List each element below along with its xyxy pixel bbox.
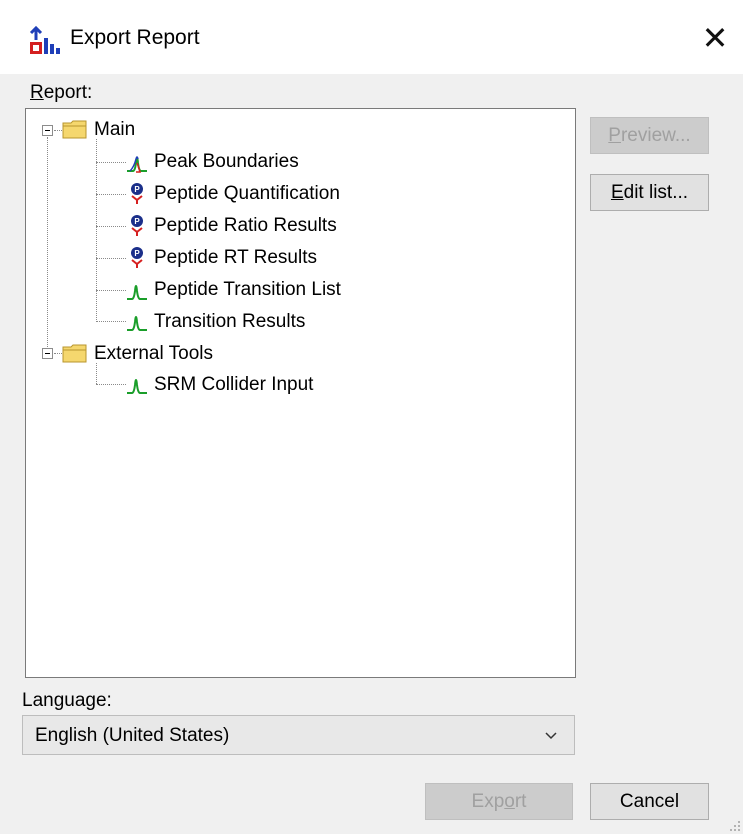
edit-list-label-rest: dit list... xyxy=(623,182,689,203)
tree-item-peptide-ratio-results[interactable]: Peptide Ratio Results xyxy=(154,215,337,237)
report-label-rest: eport: xyxy=(43,82,93,103)
transition-peak-icon xyxy=(127,316,147,331)
resize-grip-icon[interactable] xyxy=(727,818,741,832)
tree-item-peptide-quantification[interactable]: Peptide Quantification xyxy=(154,183,340,205)
tree-line xyxy=(96,290,126,291)
preview-button[interactable]: Preview... xyxy=(590,117,709,154)
chevron-down-icon xyxy=(545,732,557,740)
tree-item-peptide-transition-list[interactable]: Peptide Transition List xyxy=(154,279,341,301)
svg-text:P: P xyxy=(134,185,140,194)
tree-line xyxy=(96,162,126,163)
language-label: Language: xyxy=(22,690,112,711)
export-mnemonic: o xyxy=(504,791,515,812)
window-title: Export Report xyxy=(70,26,200,49)
report-label-mnemonic: R xyxy=(30,82,44,103)
collapse-main-expander[interactable] xyxy=(42,125,53,136)
tree-item-transition-results[interactable]: Transition Results xyxy=(154,311,305,333)
tree-line xyxy=(96,226,126,227)
preview-mnemonic: P xyxy=(608,125,621,146)
tree-line xyxy=(96,363,97,384)
export-label-prefix: Exp xyxy=(471,791,505,812)
transition-peak-icon xyxy=(127,285,147,300)
tree-line xyxy=(54,130,62,131)
tree-line xyxy=(96,194,126,195)
edit-list-mnemonic: E xyxy=(610,182,624,203)
tree-line xyxy=(96,384,126,385)
tree-line xyxy=(96,139,97,320)
export-label-suffix: rt xyxy=(514,791,527,812)
svg-text:P: P xyxy=(134,249,140,258)
close-button[interactable]: ✕ xyxy=(690,18,740,58)
language-select[interactable]: English (United States) xyxy=(22,715,575,755)
tree-line xyxy=(54,353,62,354)
report-tree[interactable]: Main Peak Boundaries P Peptide Quantific… xyxy=(25,108,576,678)
tree-item-srm-collider-input[interactable]: SRM Collider Input xyxy=(154,374,313,396)
report-label: Report: xyxy=(30,82,92,104)
peak-boundaries-icon xyxy=(127,156,147,173)
peptide-icon: P xyxy=(131,183,143,204)
collapse-external-tools-expander[interactable] xyxy=(42,348,53,359)
language-select-value: English (United States) xyxy=(35,725,230,746)
tree-folder-external-tools[interactable]: External Tools xyxy=(94,343,213,365)
tree-line xyxy=(47,137,48,351)
cancel-button[interactable]: Cancel xyxy=(590,783,709,820)
folder-icon xyxy=(62,120,87,139)
tree-item-peak-boundaries[interactable]: Peak Boundaries xyxy=(154,151,299,173)
peptide-icon: P xyxy=(131,215,143,236)
svg-text:P: P xyxy=(134,217,140,226)
peptide-icon: P xyxy=(131,247,143,268)
tree-folder-main[interactable]: Main xyxy=(94,119,135,141)
folder-icon xyxy=(62,344,87,363)
title-bar: Export Report ✕ xyxy=(0,0,743,74)
skyline-app-icon xyxy=(29,25,60,54)
edit-list-button[interactable]: Edit list... xyxy=(590,174,709,211)
transition-peak-icon xyxy=(127,379,147,394)
tree-line xyxy=(96,258,126,259)
export-button[interactable]: Export xyxy=(425,783,573,820)
tree-item-peptide-rt-results[interactable]: Peptide RT Results xyxy=(154,247,317,269)
tree-line xyxy=(96,321,126,322)
preview-label-rest: review... xyxy=(620,125,691,146)
